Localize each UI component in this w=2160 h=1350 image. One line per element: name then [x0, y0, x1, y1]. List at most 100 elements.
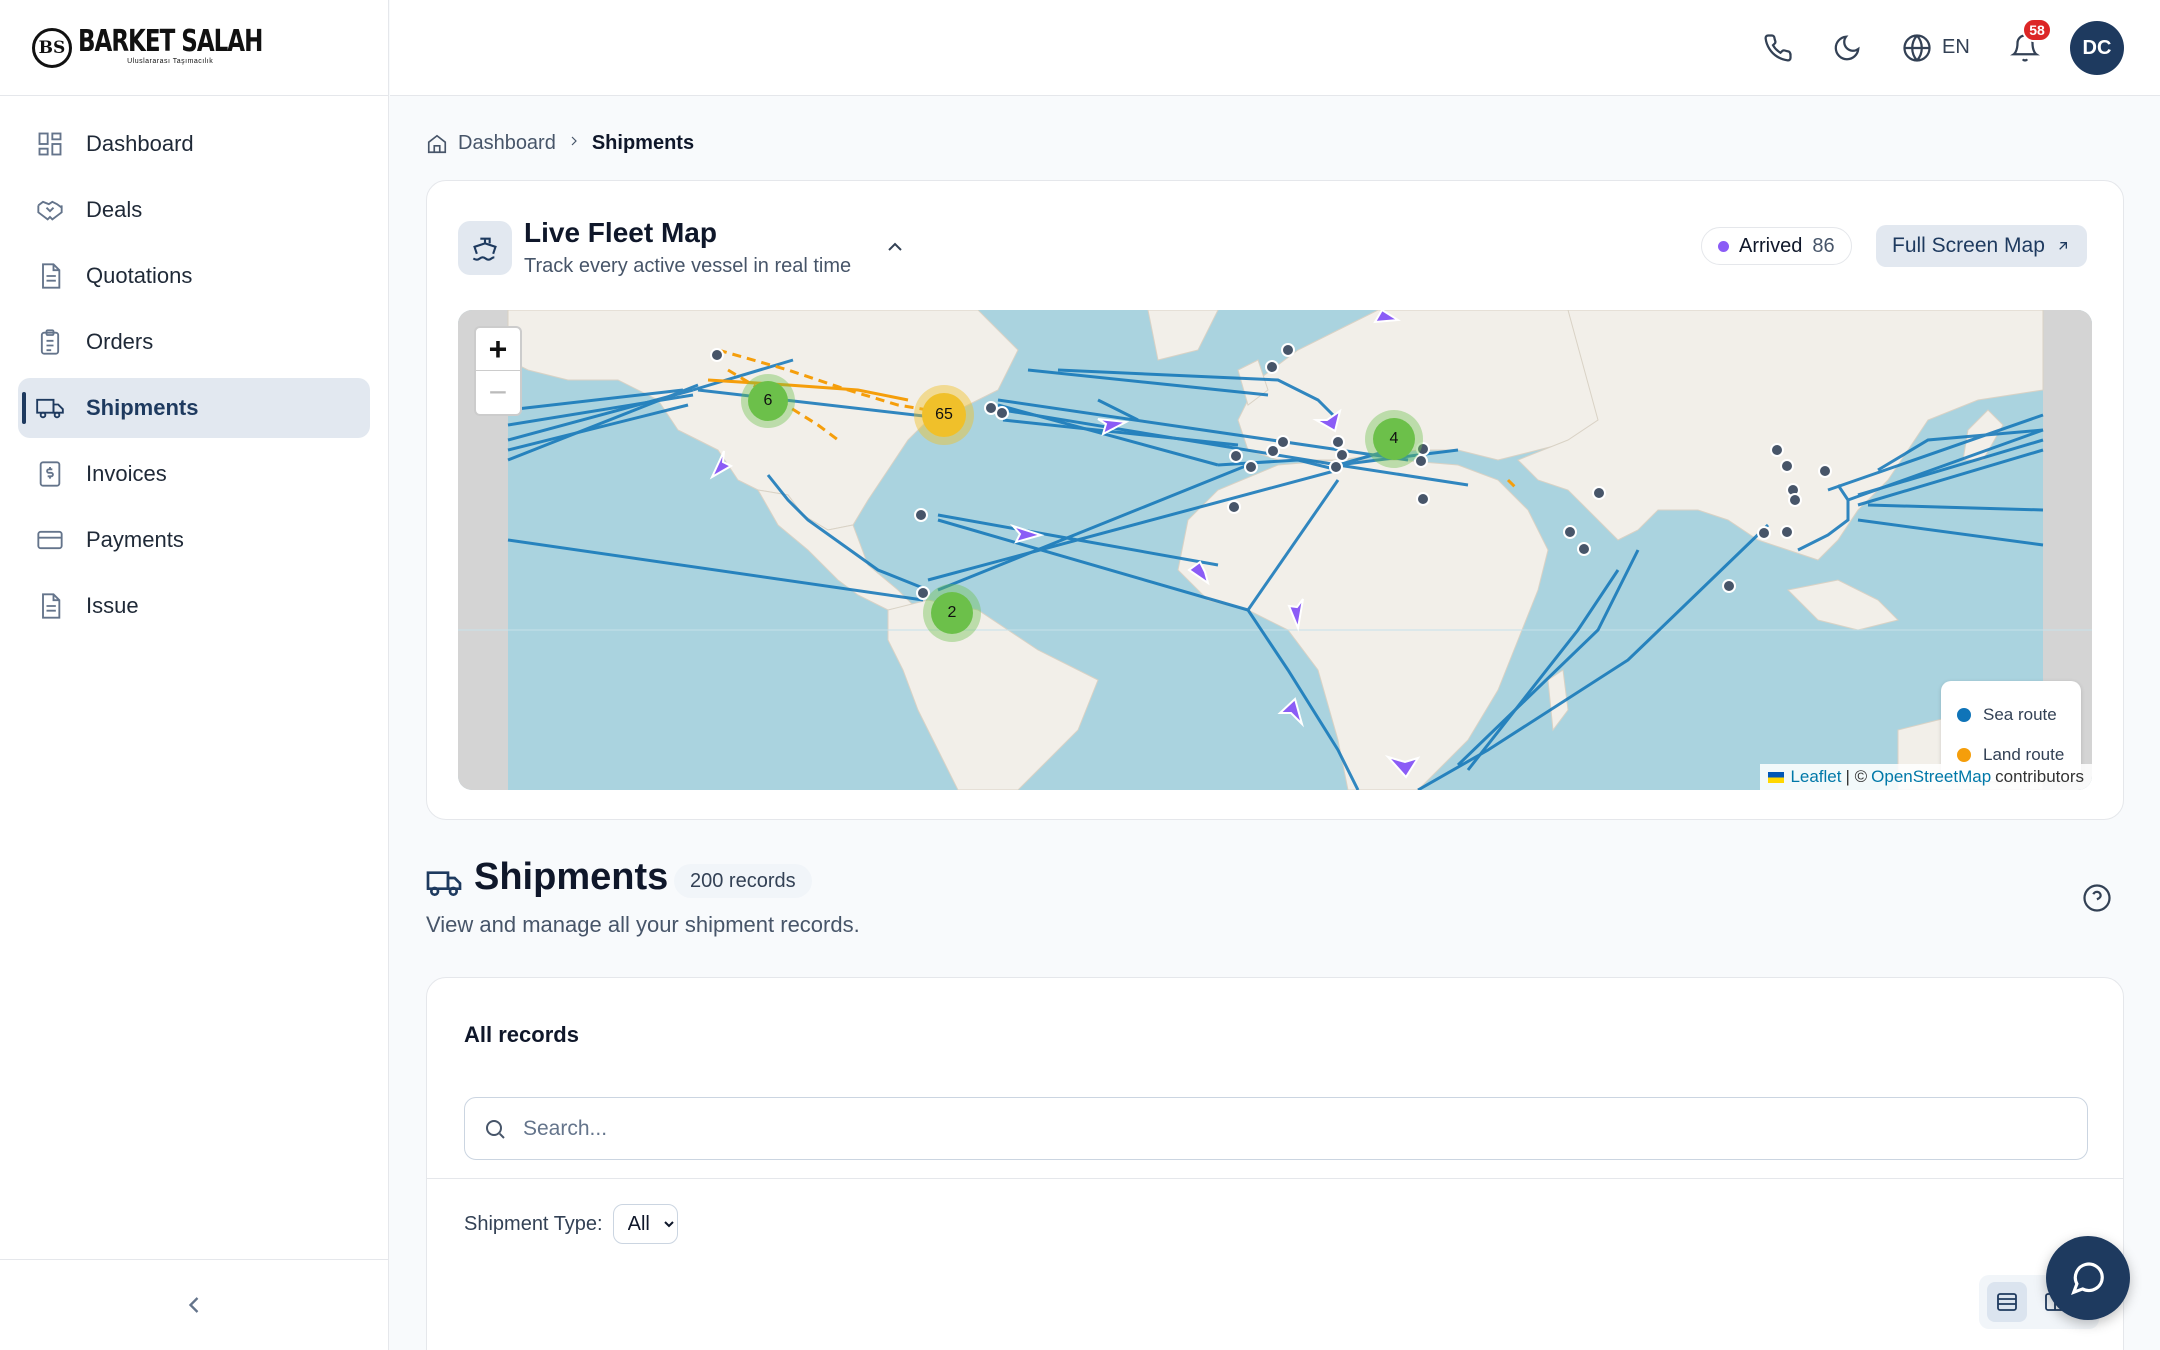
records-card-title: All records	[464, 1022, 579, 1047]
attribution-separator: | ©	[1845, 767, 1868, 786]
chevron-right-icon	[566, 132, 582, 155]
openstreetmap-link[interactable]: OpenStreetMap	[1871, 767, 1991, 787]
legend-sea-route: Sea route	[1957, 695, 2065, 735]
external-arrow-icon	[2059, 242, 2067, 250]
sidebar-item-dashboard[interactable]: Dashboard	[18, 114, 370, 174]
sidebar-item-label: Payments	[86, 527, 184, 552]
dashboard-icon	[36, 130, 64, 158]
collapse-sidebar-button[interactable]	[0, 1259, 388, 1350]
notification-badge: 58	[2022, 18, 2052, 42]
collapse-map-button[interactable]	[883, 235, 907, 264]
sidebar-item-label: Quotations	[86, 263, 193, 288]
phone-icon	[1764, 34, 1792, 62]
cluster-count: 2	[931, 592, 973, 634]
search-icon	[486, 1119, 505, 1139]
arrived-label: Arrived	[1739, 234, 1803, 257]
cluster-count: 65	[922, 393, 966, 437]
land-route-swatch	[1957, 748, 1971, 762]
map-zoom-control: + −	[474, 326, 522, 416]
invoice-icon	[36, 460, 64, 488]
handshake-icon	[36, 196, 64, 224]
sidebar-item-quotations[interactable]: Quotations	[18, 246, 370, 306]
chevron-left-icon	[188, 1297, 199, 1313]
sidebar-item-label: Deals	[86, 197, 143, 222]
zoom-out-button[interactable]: −	[476, 371, 520, 414]
zoom-in-button[interactable]: +	[476, 328, 520, 371]
sidebar-item-label: Issue	[86, 593, 139, 618]
world-map-canvas	[458, 310, 2092, 790]
chat-button[interactable]	[2046, 1236, 2130, 1320]
cluster-count: 6	[748, 381, 788, 421]
map-cluster[interactable]: 65	[914, 385, 974, 445]
records-count-badge: 200 records	[674, 864, 812, 898]
arrived-count: 86	[1812, 234, 1835, 257]
fleet-map[interactable]: 6 65 4 2 + − Sea route Land route Leafle…	[458, 310, 2092, 790]
sidebar-item-label: Orders	[86, 329, 154, 354]
map-card-subtitle: Track every active vessel in real time	[524, 255, 852, 277]
truck-icon	[426, 866, 462, 903]
records-card: All records Shipment Type: All	[426, 977, 2124, 1350]
sidebar-item-orders[interactable]: Orders	[18, 312, 370, 372]
breadcrumb-current: Shipments	[591, 132, 695, 154]
arrived-dot	[1718, 240, 1729, 252]
theme-toggle-button[interactable]	[1827, 28, 1867, 68]
land-route-label: Land route	[1983, 745, 2065, 764]
clipboard-icon	[36, 328, 64, 356]
breadcrumb-home-link[interactable]: Dashboard	[458, 132, 556, 155]
sidebar-item-payments[interactable]: Payments	[18, 510, 370, 570]
avatar[interactable]: DC	[2070, 21, 2124, 75]
globe-icon	[1903, 34, 1931, 62]
language-label[interactable]: EN	[1942, 36, 1970, 59]
list-icon	[1997, 1293, 2017, 1311]
list-view-button[interactable]	[1987, 1282, 2027, 1322]
shipment-type-filter: Shipment Type: All	[464, 1204, 678, 1244]
chevron-up-icon	[888, 242, 902, 251]
map-attribution: Leaflet | © OpenStreetMap contributors	[1760, 764, 2092, 790]
sidebar-item-label: Shipments	[86, 395, 199, 420]
language-button[interactable]	[1897, 28, 1937, 68]
arrived-status-badge[interactable]: Arrived 86	[1701, 227, 1852, 265]
moon-icon	[1834, 35, 1860, 61]
help-icon	[2083, 884, 2111, 912]
map-cluster[interactable]: 6	[741, 374, 795, 428]
search-box	[464, 1097, 2088, 1160]
sidebar-item-invoices[interactable]: Invoices	[18, 444, 370, 504]
full-screen-map-button[interactable]: Full Screen Map	[1876, 225, 2087, 267]
help-button[interactable]	[2082, 883, 2112, 918]
sidebar-nav: Dashboard Deals Quotations Orders Shipme…	[0, 96, 388, 660]
ship-icon	[458, 221, 512, 275]
card-icon	[36, 526, 64, 554]
breadcrumb: Dashboard Shipments	[426, 132, 694, 155]
page-title: Shipments	[474, 856, 669, 898]
shipment-type-label: Shipment Type:	[464, 1212, 603, 1235]
ukraine-flag-icon	[1768, 771, 1785, 783]
sidebar-item-shipments[interactable]: Shipments	[18, 378, 370, 438]
sidebar-item-issue[interactable]: Issue	[18, 576, 370, 636]
brand-tagline: Uluslararası Taşımacılık	[127, 58, 214, 65]
divider	[427, 1178, 2123, 1179]
full-screen-map-label: Full Screen Map	[1892, 234, 2045, 257]
map-card-title: Live Fleet Map	[524, 217, 717, 248]
leaflet-link[interactable]: Leaflet	[1790, 767, 1841, 787]
document-icon	[36, 262, 64, 290]
sidebar-item-deals[interactable]: Deals	[18, 180, 370, 240]
shipment-type-select[interactable]: All	[612, 1204, 678, 1244]
sidebar: BS BARKET SALAH Uluslararası Taşımacılık…	[0, 0, 389, 1350]
brand-name: BARKET SALAH	[78, 25, 263, 59]
cluster-count: 4	[1373, 418, 1415, 460]
search-input[interactable]	[523, 1116, 2023, 1141]
chat-icon	[2071, 1262, 2104, 1295]
sidebar-item-label: Dashboard	[86, 131, 194, 156]
brand-logo[interactable]: BS BARKET SALAH Uluslararası Taşımacılık	[0, 0, 388, 96]
map-cluster[interactable]: 4	[1365, 410, 1423, 468]
truck-icon	[36, 394, 64, 422]
page-subtitle: View and manage all your shipment record…	[426, 912, 860, 937]
topbar: EN 58 DC	[390, 0, 2160, 96]
phone-button[interactable]	[1758, 28, 1798, 68]
sea-route-label: Sea route	[1983, 705, 2057, 724]
live-fleet-map-card: Live Fleet Map Track every active vessel…	[426, 180, 2124, 820]
map-cluster[interactable]: 2	[923, 584, 981, 642]
attribution-suffix: contributors	[1995, 767, 2084, 786]
file-icon	[36, 592, 64, 620]
logo-mark: BS	[32, 27, 72, 68]
